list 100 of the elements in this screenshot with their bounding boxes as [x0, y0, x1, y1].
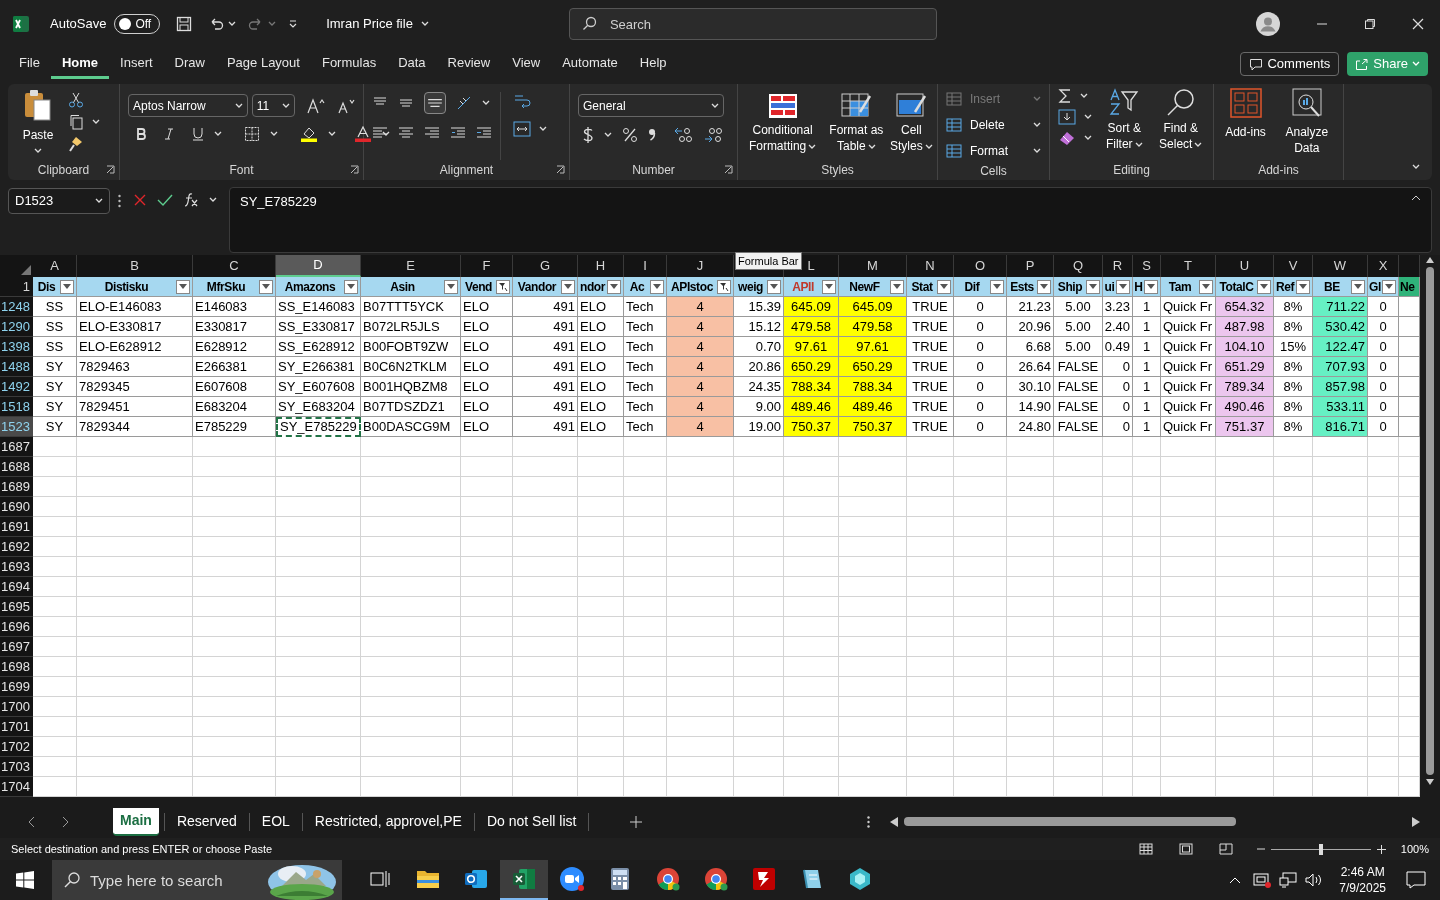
row-header[interactable]: 1518: [0, 397, 33, 417]
menu-tab[interactable]: Draw: [163, 49, 216, 79]
row-header[interactable]: 1701: [0, 717, 33, 737]
ribbon-button[interactable]: Add-ins: [1225, 88, 1266, 160]
decrease-indent-icon[interactable]: [450, 125, 466, 141]
row-header[interactable]: 1689: [0, 477, 33, 497]
filter-button[interactable]: [1296, 280, 1310, 294]
filter-button[interactable]: [1144, 280, 1158, 294]
ribbon-button[interactable]: Find & Select: [1156, 88, 1205, 160]
row-header[interactable]: 1492: [0, 377, 33, 397]
row-header[interactable]: 1248: [0, 297, 33, 317]
borders-icon[interactable]: [244, 126, 260, 142]
meet-now-icon[interactable]: [1253, 872, 1272, 888]
bottom-align-button[interactable]: [424, 92, 446, 114]
windows-start-icon[interactable]: [16, 871, 34, 889]
search-field[interactable]: Search: [568, 8, 937, 40]
sheet-tab[interactable]: Restricted, approvel,PE: [307, 807, 469, 836]
ribbon-button[interactable]: Conditional Formatting: [742, 92, 824, 160]
dialog-launcher-icon[interactable]: [556, 165, 565, 174]
row-header[interactable]: 1694: [0, 577, 33, 597]
row-header[interactable]: 1693: [0, 557, 33, 577]
number-format-field[interactable]: General: [578, 94, 724, 117]
select-all-icon[interactable]: [21, 265, 31, 275]
row-header[interactable]: 1: [0, 277, 33, 297]
filter-button[interactable]: [1351, 280, 1365, 294]
column-header[interactable]: D: [276, 255, 361, 277]
scroll-down-icon[interactable]: [1426, 779, 1434, 785]
filter-button[interactable]: [1037, 280, 1051, 294]
row-header[interactable]: 1702: [0, 737, 33, 757]
font-size-field[interactable]: 11: [251, 94, 295, 117]
enter-icon[interactable]: [157, 193, 173, 207]
row-header[interactable]: 1488: [0, 357, 33, 377]
filter-button[interactable]: [650, 280, 664, 294]
function-icon[interactable]: [183, 192, 199, 208]
row-header[interactable]: 1699: [0, 677, 33, 697]
previous-sheet-icon[interactable]: [28, 815, 36, 828]
more-icon[interactable]: [118, 194, 121, 208]
underline-icon[interactable]: [192, 127, 204, 141]
filter-button[interactable]: [1086, 280, 1100, 294]
sheet-tab[interactable]: Reserved: [169, 807, 244, 836]
increase-font-icon[interactable]: [307, 97, 325, 114]
menu-tab[interactable]: File: [8, 49, 51, 79]
font-name-field[interactable]: Aptos Narrow: [128, 94, 248, 117]
percent-icon[interactable]: [622, 127, 638, 143]
row-header[interactable]: 1695: [0, 597, 33, 617]
paste-button[interactable]: Paste: [16, 88, 60, 160]
ribbon-button[interactable]: Sort & Filter: [1100, 88, 1149, 160]
menu-tab[interactable]: Automate: [551, 49, 629, 79]
menu-tab[interactable]: View: [501, 49, 552, 79]
filter-button[interactable]: [1116, 280, 1130, 294]
cancel-icon[interactable]: [133, 193, 147, 207]
account-avatar-icon[interactable]: [1256, 12, 1280, 36]
page-layout-icon[interactable]: [1178, 843, 1193, 855]
scroll-right-icon[interactable]: [1412, 816, 1420, 827]
filter-button[interactable]: [60, 280, 74, 294]
filter-button[interactable]: [1257, 280, 1271, 294]
menu-tab[interactable]: Review: [436, 49, 502, 79]
row-header[interactable]: 1703: [0, 757, 33, 777]
scroll-left-icon[interactable]: [890, 816, 898, 827]
ribbon-button[interactable]: Delete: [946, 114, 1041, 136]
zoom-level[interactable]: 100%: [1400, 840, 1429, 858]
increase-decimal-icon[interactable]: [674, 126, 694, 144]
zoom-in-icon[interactable]: [1376, 844, 1386, 854]
filter-button[interactable]: [1382, 280, 1396, 294]
ribbon-button[interactable]: Format: [946, 140, 1041, 162]
menu-tab[interactable]: Insert: [109, 49, 164, 79]
align-left-icon[interactable]: [372, 125, 388, 141]
menu-tab[interactable]: Home: [50, 49, 110, 79]
add-sheet-icon[interactable]: [630, 815, 643, 828]
notifications-icon[interactable]: [1406, 871, 1426, 889]
bold-icon[interactable]: [136, 128, 146, 140]
zoom-slider-thumb[interactable]: [1318, 843, 1323, 855]
normal-view-icon[interactable]: [1138, 843, 1153, 855]
eraser-icon[interactable]: [1058, 130, 1076, 146]
filter-button[interactable]: [990, 280, 1004, 294]
customize-toolbar-icon[interactable]: [288, 19, 299, 29]
fill-color-icon[interactable]: [300, 126, 318, 142]
dialog-launcher-icon[interactable]: [106, 165, 115, 174]
restore-icon[interactable]: [1364, 18, 1376, 30]
clock[interactable]: 2:46 AM 7/9/2025: [1331, 864, 1394, 896]
currency-icon[interactable]: [582, 126, 594, 144]
ribbon-button[interactable]: Format as Table: [827, 92, 886, 160]
row-header[interactable]: 1692: [0, 537, 33, 557]
align-center-icon[interactable]: [398, 125, 414, 141]
filter-button[interactable]: [890, 280, 904, 294]
row-header[interactable]: 1398: [0, 337, 33, 357]
ribbon-button[interactable]: Cell Styles: [889, 92, 933, 160]
vertical-scrollbar-thumb[interactable]: [1426, 267, 1434, 775]
sheet-tab[interactable]: Main: [113, 807, 159, 836]
volume-icon[interactable]: [1305, 872, 1324, 888]
row-header[interactable]: 1704: [0, 777, 33, 797]
font-color-icon[interactable]: [354, 126, 372, 142]
dialog-launcher-icon[interactable]: [724, 165, 733, 174]
filter-applied-button[interactable]: [496, 280, 510, 294]
menu-tab[interactable]: Data: [387, 49, 437, 79]
sheet-tab[interactable]: EOL: [254, 807, 297, 836]
fill-down-icon[interactable]: [1058, 109, 1076, 125]
decrease-font-icon[interactable]: [337, 97, 355, 114]
filter-button[interactable]: [607, 280, 621, 294]
row-header[interactable]: 1290: [0, 317, 33, 337]
